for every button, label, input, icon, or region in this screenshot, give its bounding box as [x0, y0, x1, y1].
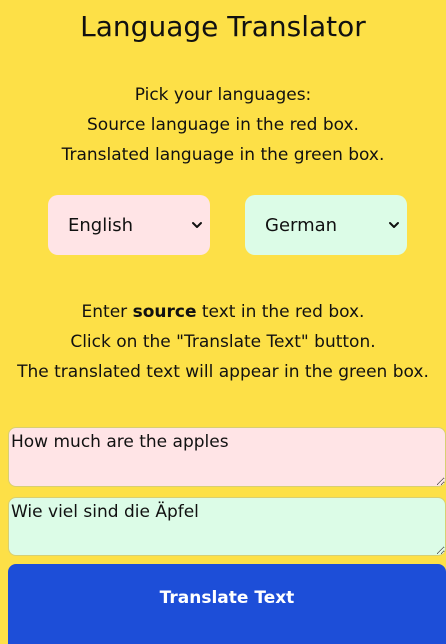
intro-line-2: Source language in the red box. — [87, 115, 359, 135]
instruction-source-word: source — [132, 302, 197, 322]
instruction-line-1: Enter source text in the red box. — [0, 297, 446, 327]
translate-button[interactable]: Translate Text — [8, 564, 446, 644]
translated-text-output[interactable]: Wie viel sind die Äpfel — [8, 497, 446, 556]
target-language-select[interactable]: German — [245, 195, 407, 255]
intro-line-1: Pick your languages: — [134, 85, 312, 105]
instruction-line-3: The translated text will appear in the g… — [17, 362, 429, 382]
intro-line-3: Translated language in the green box. — [61, 145, 385, 165]
source-text-input[interactable]: How much are the apples — [8, 427, 446, 487]
source-language-select[interactable]: English — [48, 195, 210, 255]
instructions-text: Enter source text in the red box. Click … — [0, 297, 446, 387]
instruction-line-1-prefix: Enter — [81, 302, 133, 322]
source-language-box: English — [48, 195, 210, 255]
translate-button-label: Translate Text — [159, 588, 295, 608]
page-title: Language Translator — [80, 10, 366, 43]
instruction-line-2: Click on the "Translate Text" button. — [70, 332, 376, 352]
instruction-line-1-suffix: text in the red box. — [196, 302, 365, 322]
intro-text: Pick your languages: Source language in … — [0, 80, 446, 170]
target-language-box: German — [245, 195, 407, 255]
